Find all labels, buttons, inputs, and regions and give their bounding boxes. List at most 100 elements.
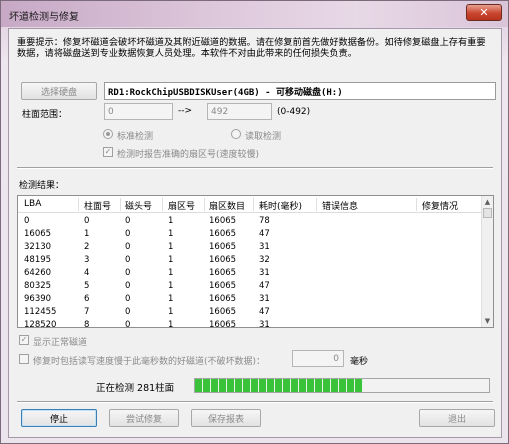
table-cell: 31 — [259, 268, 270, 278]
table-cell: 0 — [125, 281, 131, 291]
warning-notice: 重要提示：修复坏磁道会破坏坏磁道及其附近磁道的数据。请在修复前首先做好数据备份。… — [17, 37, 486, 59]
col-time[interactable]: 耗时(毫秒) — [259, 199, 302, 212]
col-repair[interactable]: 修复情况 — [422, 199, 458, 212]
save-report-label: 保存报表 — [207, 414, 244, 425]
table-row[interactable]: 48195 3 0 1 16065 32 — [18, 254, 483, 267]
report-sector-checkbox[interactable]: ✓ — [103, 147, 113, 157]
table-cell: 31 — [259, 242, 270, 252]
progress-bar — [194, 378, 490, 393]
table-cell: 16065 — [209, 320, 237, 328]
table-cell: 1 — [168, 216, 174, 226]
table-row[interactable]: 0 0 0 1 16065 78 — [18, 215, 483, 228]
table-cell: 31 — [259, 294, 270, 304]
title-bar[interactable]: 坏道检测与修复 ✕ — [1, 1, 508, 27]
table-row[interactable]: 112455 7 0 1 16065 47 — [18, 306, 483, 319]
table-cell: 32130 — [24, 242, 52, 252]
table-cell: 0 — [125, 307, 131, 317]
table-row[interactable]: 16065 1 0 1 16065 47 — [18, 228, 483, 241]
table-row[interactable]: 32130 2 0 1 16065 31 — [18, 241, 483, 254]
show-normal-checkbox[interactable]: ✓ — [19, 335, 29, 345]
table-cell: 0 — [125, 242, 131, 252]
table-cell: 6 — [84, 294, 90, 304]
table-cell: 16065 — [209, 268, 237, 278]
table-cell: 5 — [84, 281, 90, 291]
table-row[interactable]: 96390 6 0 1 16065 31 — [18, 293, 483, 306]
table-row[interactable]: 128520 8 0 1 16065 31 — [18, 319, 483, 328]
divider-bottom — [17, 401, 493, 403]
results-label: 检测结果： — [19, 181, 65, 191]
table-cell: 47 — [259, 229, 270, 239]
table-cell: 0 — [24, 216, 30, 226]
table-cell: 16065 — [209, 281, 237, 291]
results-scrollbar[interactable]: ▲ ▼ — [481, 196, 493, 327]
table-cell: 16065 — [209, 294, 237, 304]
table-cell: 16065 — [209, 255, 237, 265]
scroll-thumb[interactable] — [483, 208, 492, 218]
table-cell: 16065 — [209, 242, 237, 252]
table-cell: 32 — [259, 255, 270, 265]
disk-name-field: RD1:RockChipUSBDISKUser(4GB) - 可移动磁盘(H:) — [104, 82, 496, 100]
save-report-button[interactable]: 保存报表 — [191, 409, 261, 427]
table-cell: 80325 — [24, 281, 52, 291]
stop-button[interactable]: 停止 — [21, 409, 97, 427]
exit-label: 退出 — [447, 414, 466, 425]
col-cylinder[interactable]: 柱面号 — [84, 199, 111, 212]
table-row[interactable]: 64260 4 0 1 16065 31 — [18, 267, 483, 280]
table-cell: 1 — [168, 268, 174, 278]
report-sector-label: 检测时报告准确的扇区号(速度较慢) — [117, 150, 260, 160]
table-cell: 0 — [125, 268, 131, 278]
table-cell: 2 — [84, 242, 90, 252]
scroll-down-icon[interactable]: ▼ — [483, 316, 492, 326]
repair-slow-checkbox[interactable] — [19, 354, 29, 364]
table-cell: 112455 — [24, 307, 57, 317]
close-icon: ✕ — [479, 6, 489, 19]
table-cell: 96390 — [24, 294, 52, 304]
results-table[interactable]: LBA 柱面号 磁头号 扇区号 扇区数目 耗时(毫秒) 错误信息 修复情况 00… — [17, 195, 494, 328]
cylinder-to-input[interactable]: 492 — [207, 103, 272, 120]
try-repair-button[interactable]: 尝试修复 — [109, 409, 179, 427]
table-cell: 1 — [168, 255, 174, 265]
table-cell: 16065 — [209, 307, 237, 317]
table-cell: 64260 — [24, 268, 52, 278]
table-cell: 3 — [84, 255, 90, 265]
table-cell: 78 — [259, 216, 270, 226]
table-cell: 7 — [84, 307, 90, 317]
cylinder-from-input[interactable]: 0 — [104, 103, 173, 120]
range-arrow: --> — [178, 106, 193, 116]
table-row[interactable]: 80325 5 0 1 16065 47 — [18, 280, 483, 293]
col-sector[interactable]: 扇区号 — [168, 199, 195, 212]
repair-slow-input[interactable]: 0 — [292, 350, 344, 367]
col-lba[interactable]: LBA — [24, 199, 41, 209]
repair-slow-unit: 毫秒 — [350, 357, 369, 367]
exit-button[interactable]: 退出 — [419, 409, 495, 427]
standard-check-radio[interactable] — [103, 129, 113, 139]
dialog-client-area: 重要提示：修复坏磁道会破坏坏磁道及其附近磁道的数据。请在修复前首先做好数据备份。… — [8, 28, 502, 438]
divider — [17, 167, 493, 169]
col-head[interactable]: 磁头号 — [125, 199, 152, 212]
table-cell: 1 — [168, 281, 174, 291]
read-check-radio[interactable] — [231, 129, 241, 139]
window-title: 坏道检测与修复 — [9, 12, 79, 23]
table-cell: 0 — [125, 229, 131, 239]
col-error[interactable]: 错误信息 — [322, 199, 358, 212]
table-cell: 0 — [84, 216, 90, 226]
col-sector-count[interactable]: 扇区数目 — [209, 199, 245, 212]
table-cell: 1 — [84, 229, 90, 239]
table-cell: 48195 — [24, 255, 52, 265]
table-cell: 4 — [84, 268, 90, 278]
standard-check-label: 标准检测 — [117, 132, 154, 142]
cylinder-range-hint: (0-492) — [277, 107, 311, 117]
scroll-up-icon[interactable]: ▲ — [483, 197, 492, 207]
table-cell: 31 — [259, 320, 270, 328]
table-cell: 0 — [125, 216, 131, 226]
select-disk-button[interactable]: 选择硬盘 — [21, 82, 97, 100]
table-cell: 8 — [84, 320, 90, 328]
status-text: 正在检测 281柱面 — [96, 383, 175, 394]
cylinder-range-label: 柱面范围： — [22, 110, 68, 120]
close-button[interactable]: ✕ — [466, 4, 502, 21]
table-cell: 47 — [259, 307, 270, 317]
table-cell: 16065 — [209, 216, 237, 226]
table-cell: 1 — [168, 242, 174, 252]
table-cell: 47 — [259, 281, 270, 291]
stop-label: 停止 — [49, 414, 68, 425]
